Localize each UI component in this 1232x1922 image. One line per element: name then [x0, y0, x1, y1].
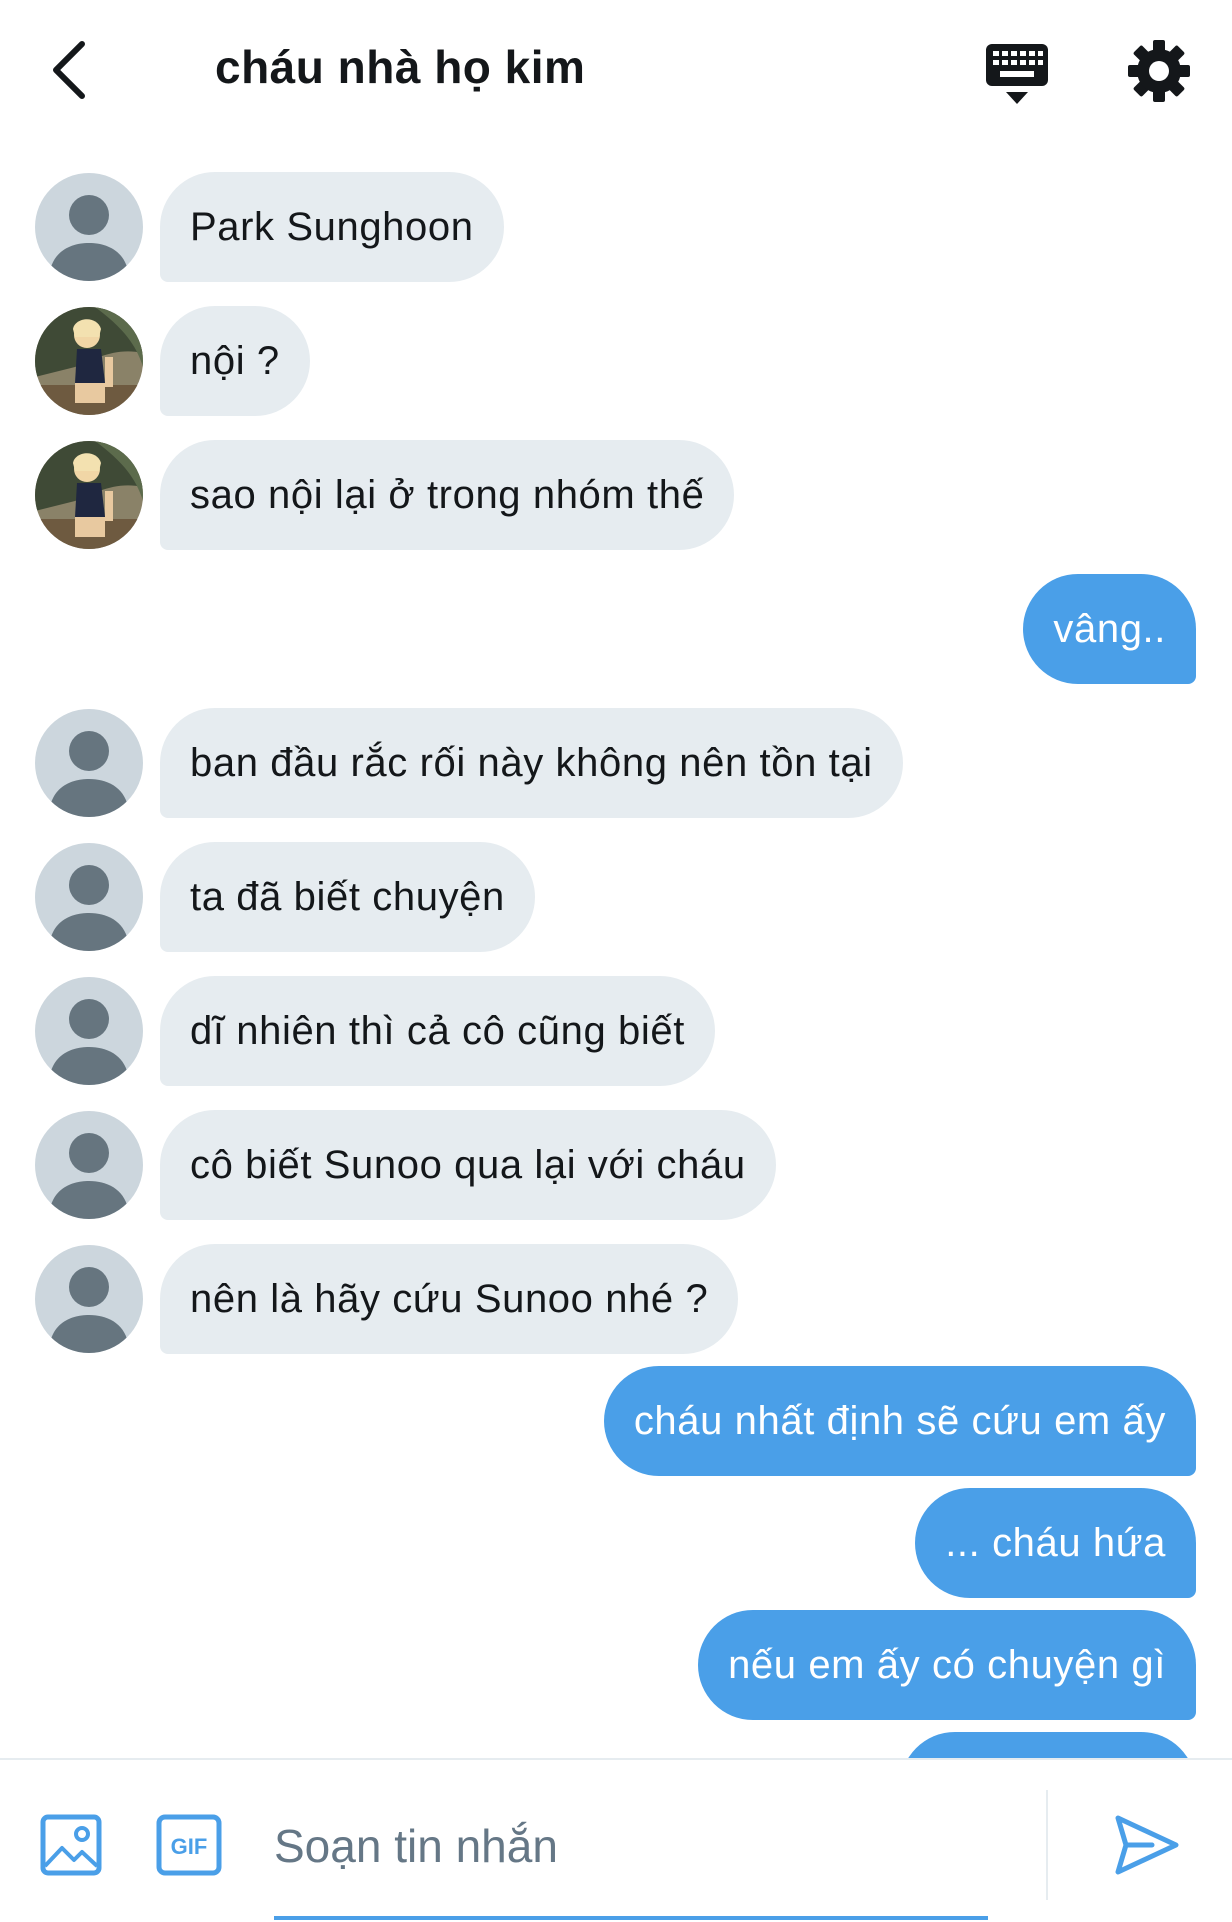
message-bubble[interactable]: nội ?: [160, 306, 310, 416]
default-avatar-icon: [35, 173, 143, 281]
image-icon: [40, 1814, 102, 1876]
avatar[interactable]: [35, 1111, 143, 1219]
message-bubble[interactable]: Park Sunghoon: [160, 172, 504, 282]
message-bubble[interactable]: nên là hãy cứu Sunoo nhé ?: [160, 1244, 739, 1354]
chat-title: cháu nhà họ kim: [215, 41, 586, 93]
message-bubble[interactable]: ta đã biết chuyện: [160, 842, 535, 952]
message-list[interactable]: Park Sunghoon nội ? sao nội lại ở trong …: [0, 140, 1232, 1758]
message-bubble[interactable]: sao nội lại ở trong nhóm thế: [160, 440, 735, 550]
avatar[interactable]: [35, 709, 143, 817]
message-bubble[interactable]: vâng..: [1023, 574, 1196, 684]
keyboard-icon: [986, 44, 1048, 104]
send-button[interactable]: [1112, 1810, 1182, 1880]
message-bubble[interactable]: dĩ nhiên thì cả cô cũng biết: [160, 976, 715, 1086]
message-input[interactable]: [272, 1800, 1016, 1892]
message-bubble[interactable]: ... cháu hứa: [915, 1488, 1196, 1598]
avatar[interactable]: [35, 843, 143, 951]
gif-icon: GIF: [156, 1814, 222, 1876]
message-bubble[interactable]: cô biết Sunoo qua lại với cháu: [160, 1110, 776, 1220]
default-avatar-icon: [35, 977, 143, 1085]
add-image-button[interactable]: [40, 1814, 102, 1876]
gear-icon: [1128, 40, 1190, 102]
input-focus-underline: [274, 1916, 988, 1920]
avatar[interactable]: [35, 307, 143, 415]
message-bubble[interactable]: cháu nhất định sẽ cứu em ấy: [603, 1366, 1196, 1476]
avatar[interactable]: [35, 977, 143, 1085]
send-icon: [1115, 1815, 1179, 1875]
avatar[interactable]: [35, 173, 143, 281]
message-bubble[interactable]: nếu em ấy có chuyện gì: [698, 1610, 1196, 1720]
profile-photo-icon: [35, 307, 143, 415]
chat-header: cháu nhà họ kim: [0, 0, 1232, 140]
message-bubble[interactable]: ban đầu rắc rối này không nên tồn tại: [160, 708, 903, 818]
composer-divider: [1046, 1790, 1048, 1900]
default-avatar-icon: [35, 1111, 143, 1219]
chevron-left-icon: [53, 41, 85, 99]
default-avatar-icon: [35, 843, 143, 951]
default-avatar-icon: [35, 709, 143, 817]
message-composer: GIF: [0, 1758, 1232, 1922]
keyboard-button[interactable]: [982, 38, 1052, 108]
gif-label: GIF: [171, 1834, 208, 1859]
back-button[interactable]: [38, 30, 98, 110]
message-bubble[interactable]: [900, 1732, 1196, 1758]
default-avatar-icon: [35, 1245, 143, 1353]
profile-photo-icon: [35, 441, 143, 549]
avatar[interactable]: [35, 1245, 143, 1353]
settings-button[interactable]: [1126, 38, 1192, 104]
avatar[interactable]: [35, 441, 143, 549]
add-gif-button[interactable]: GIF: [156, 1814, 222, 1876]
